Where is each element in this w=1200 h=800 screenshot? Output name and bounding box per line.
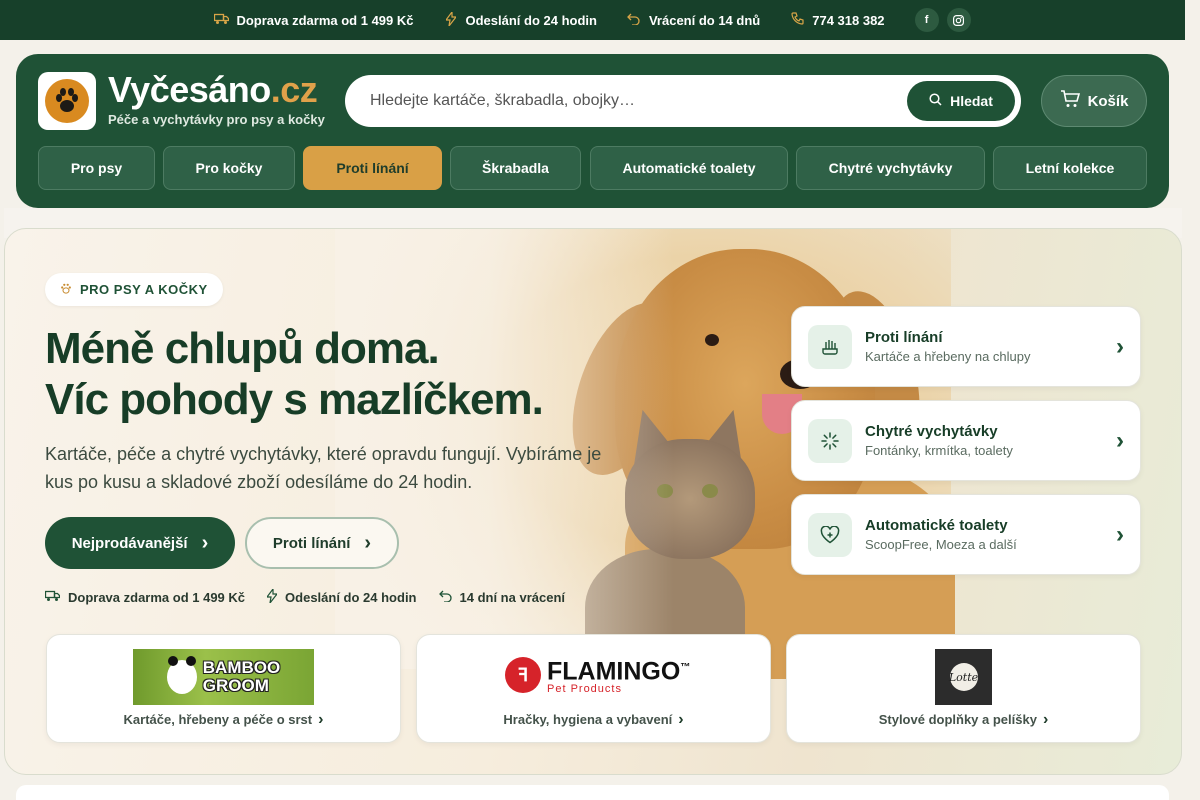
perk-dispatch: Odeslání do 24 hodin [265, 587, 417, 606]
brand-name: Vyčesáno.cz [108, 69, 318, 110]
chevron-right-icon: › [318, 711, 324, 728]
sparkle-icon [808, 419, 852, 463]
hero-perks: Doprava zdarma od 1 499 Kč Odeslání do 2… [44, 587, 566, 606]
category-title: Chytré vychytávky [865, 423, 998, 440]
dispatch-text: Odeslání do 24 hodin [465, 12, 597, 28]
anti-shedding-button-label: Proti línání [272, 534, 351, 552]
hero-badge: PRO PSY A KOČKY [45, 273, 223, 306]
phone-info[interactable]: 774 318 382 [790, 12, 885, 28]
category-subtitle: Kartáče a hřebeny na chlupy [865, 349, 1031, 364]
hero-headline-line-2: Víc pohody s mazlíčkem. [45, 375, 544, 424]
shipping-info: Doprava zdarma od 1 499 Kč [214, 12, 414, 28]
hero-badge-label: PRO PSY A KOČKY [80, 282, 208, 297]
logo[interactable] [38, 72, 96, 130]
truck-icon [214, 13, 230, 28]
truck-icon [44, 590, 61, 605]
brand-card-flamingo[interactable]: ꟻ FLAMINGO™ Pet Products Hračky, hygiena… [416, 634, 771, 743]
perk-shipping-text: Doprava zdarma od 1 499 Kč [68, 590, 246, 605]
nav-item-skrabadla[interactable]: Škrabadla [450, 146, 581, 190]
hero-headline: Méně chlupů doma. Víc pohody s mazlíčkem… [45, 323, 645, 425]
flamingo-mark-icon: ꟻ [505, 657, 541, 693]
return-arrow-icon [627, 13, 641, 28]
nav-item-letni-kolekce[interactable]: Letní kolekce [993, 146, 1147, 190]
flamingo-logo: ꟻ FLAMINGO™ Pet Products [489, 649, 699, 701]
chevron-right-icon: › [1042, 711, 1049, 728]
cart-button[interactable]: Košík [1041, 75, 1147, 127]
shipping-text: Doprava zdarma od 1 499 Kč [236, 12, 414, 28]
nav-item-automaticke-toalety[interactable]: Automatické toalety [590, 146, 788, 190]
nav-item-chytre-vychytavky[interactable]: Chytré vychytávky [796, 146, 985, 190]
perk-returns-text: 14 dní na vrácení [459, 590, 566, 605]
brand-card-lotte[interactable]: Lotte Stylové doplňky a pelíšky › [786, 634, 1141, 743]
hero-headline-line-1: Méně chlupů doma. [45, 324, 440, 373]
perk-dispatch-text: Odeslání do 24 hodin [285, 590, 417, 605]
hero-section: PRO PSY A KOČKY Méně chlupů doma. Víc po… [4, 228, 1182, 775]
returns-info: Vrácení do 14 dnů [627, 13, 760, 28]
category-title: Proti línání [865, 329, 943, 346]
search-bar: Hledat [345, 75, 1021, 127]
phone-icon [790, 12, 804, 28]
bestsellers-button[interactable]: Nejprodávanější › [45, 517, 235, 569]
instagram-icon[interactable] [946, 8, 971, 32]
returns-text: Vrácení do 14 dnů [648, 12, 761, 28]
nav-item-pro-kocky[interactable]: Pro kočky [163, 146, 295, 190]
anti-shedding-button[interactable]: Proti línání › [245, 517, 399, 569]
category-card-chytre-vychytavky[interactable]: Chytré vychytávky Fontánky, krmítka, toa… [791, 400, 1141, 481]
perk-shipping: Doprava zdarma od 1 499 Kč [44, 589, 246, 606]
brand-description: Stylové doplňky a pelíšky › [878, 711, 1049, 728]
lotte-logo: Lotte [935, 649, 992, 705]
chevron-right-icon: › [1116, 427, 1124, 454]
flamingo-subtitle: Pet Products [547, 683, 622, 696]
dispatch-info: Odeslání do 24 hodin [444, 9, 597, 29]
category-title: Automatické toalety [865, 517, 1008, 534]
flamingo-wordmark: FLAMINGO™ [547, 657, 691, 686]
brand-card-bamboo-groom[interactable]: BAMBOO GROOM Kartáče, hřebeny a péče o s… [46, 634, 401, 743]
brand-tagline: Péče a vychytávky pro psy a kočky [108, 112, 325, 127]
category-card-automaticke-toalety[interactable]: Automatické toalety ScoopFree, Moeza a d… [791, 494, 1141, 575]
category-subtitle: ScoopFree, Moeza a další [865, 537, 1017, 552]
brand-block[interactable]: Vyčesáno.cz Péče a vychytávky pro psy a … [108, 69, 325, 128]
category-subtitle: Fontánky, krmítka, toalety [865, 443, 1013, 458]
heart-plus-icon [808, 513, 852, 557]
chevron-right-icon: › [678, 711, 684, 728]
cart-icon [1060, 90, 1080, 112]
phone-number: 774 318 382 [812, 12, 885, 28]
chevron-right-icon: › [1116, 333, 1124, 360]
lightning-icon [265, 587, 279, 606]
paw-icon [45, 79, 89, 123]
site-header: Vyčesáno.cz Péče a vychytávky pro psy a … [16, 54, 1169, 208]
brand-description: Kartáče, hřebeny a péče o srst › [123, 711, 324, 728]
nav-item-proti-linani[interactable]: Proti línání [303, 146, 442, 190]
lightning-icon [444, 9, 458, 29]
brand-tld: .cz [270, 69, 318, 110]
panda-icon [166, 656, 197, 694]
chevron-right-icon: › [364, 532, 372, 554]
paw-icon [60, 283, 72, 297]
brush-icon [808, 325, 852, 369]
return-arrow-icon [438, 590, 452, 605]
brand-description: Hračky, hygiena a vybavení › [503, 711, 684, 728]
lotte-wordmark: Lotte [949, 663, 978, 691]
top-info-bar: Doprava zdarma od 1 499 Kč Odeslání do 2… [0, 0, 1185, 40]
perk-returns: 14 dní na vrácení [438, 589, 566, 606]
chevron-right-icon: › [1116, 521, 1124, 548]
category-card-proti-linani[interactable]: Proti línání Kartáče a hřebeny na chlupy… [791, 306, 1141, 387]
cart-label: Košík [1087, 92, 1129, 110]
search-button[interactable]: Hledat [907, 81, 1015, 121]
next-section-edge [16, 785, 1169, 800]
social-links: f [914, 8, 971, 32]
search-button-label: Hledat [950, 93, 993, 109]
bamboo-groom-wordmark: BAMBOO GROOM [202, 658, 281, 695]
chevron-right-icon: › [201, 532, 209, 554]
facebook-icon[interactable]: f [914, 8, 939, 32]
nav-item-pro-psy[interactable]: Pro psy [38, 146, 155, 190]
search-icon [929, 93, 942, 109]
hero-subtext: Kartáče, péče a chytré vychytávky, které… [45, 444, 602, 492]
bamboo-groom-logo: BAMBOO GROOM [133, 649, 314, 705]
bestsellers-button-label: Nejprodávanější [71, 534, 188, 552]
